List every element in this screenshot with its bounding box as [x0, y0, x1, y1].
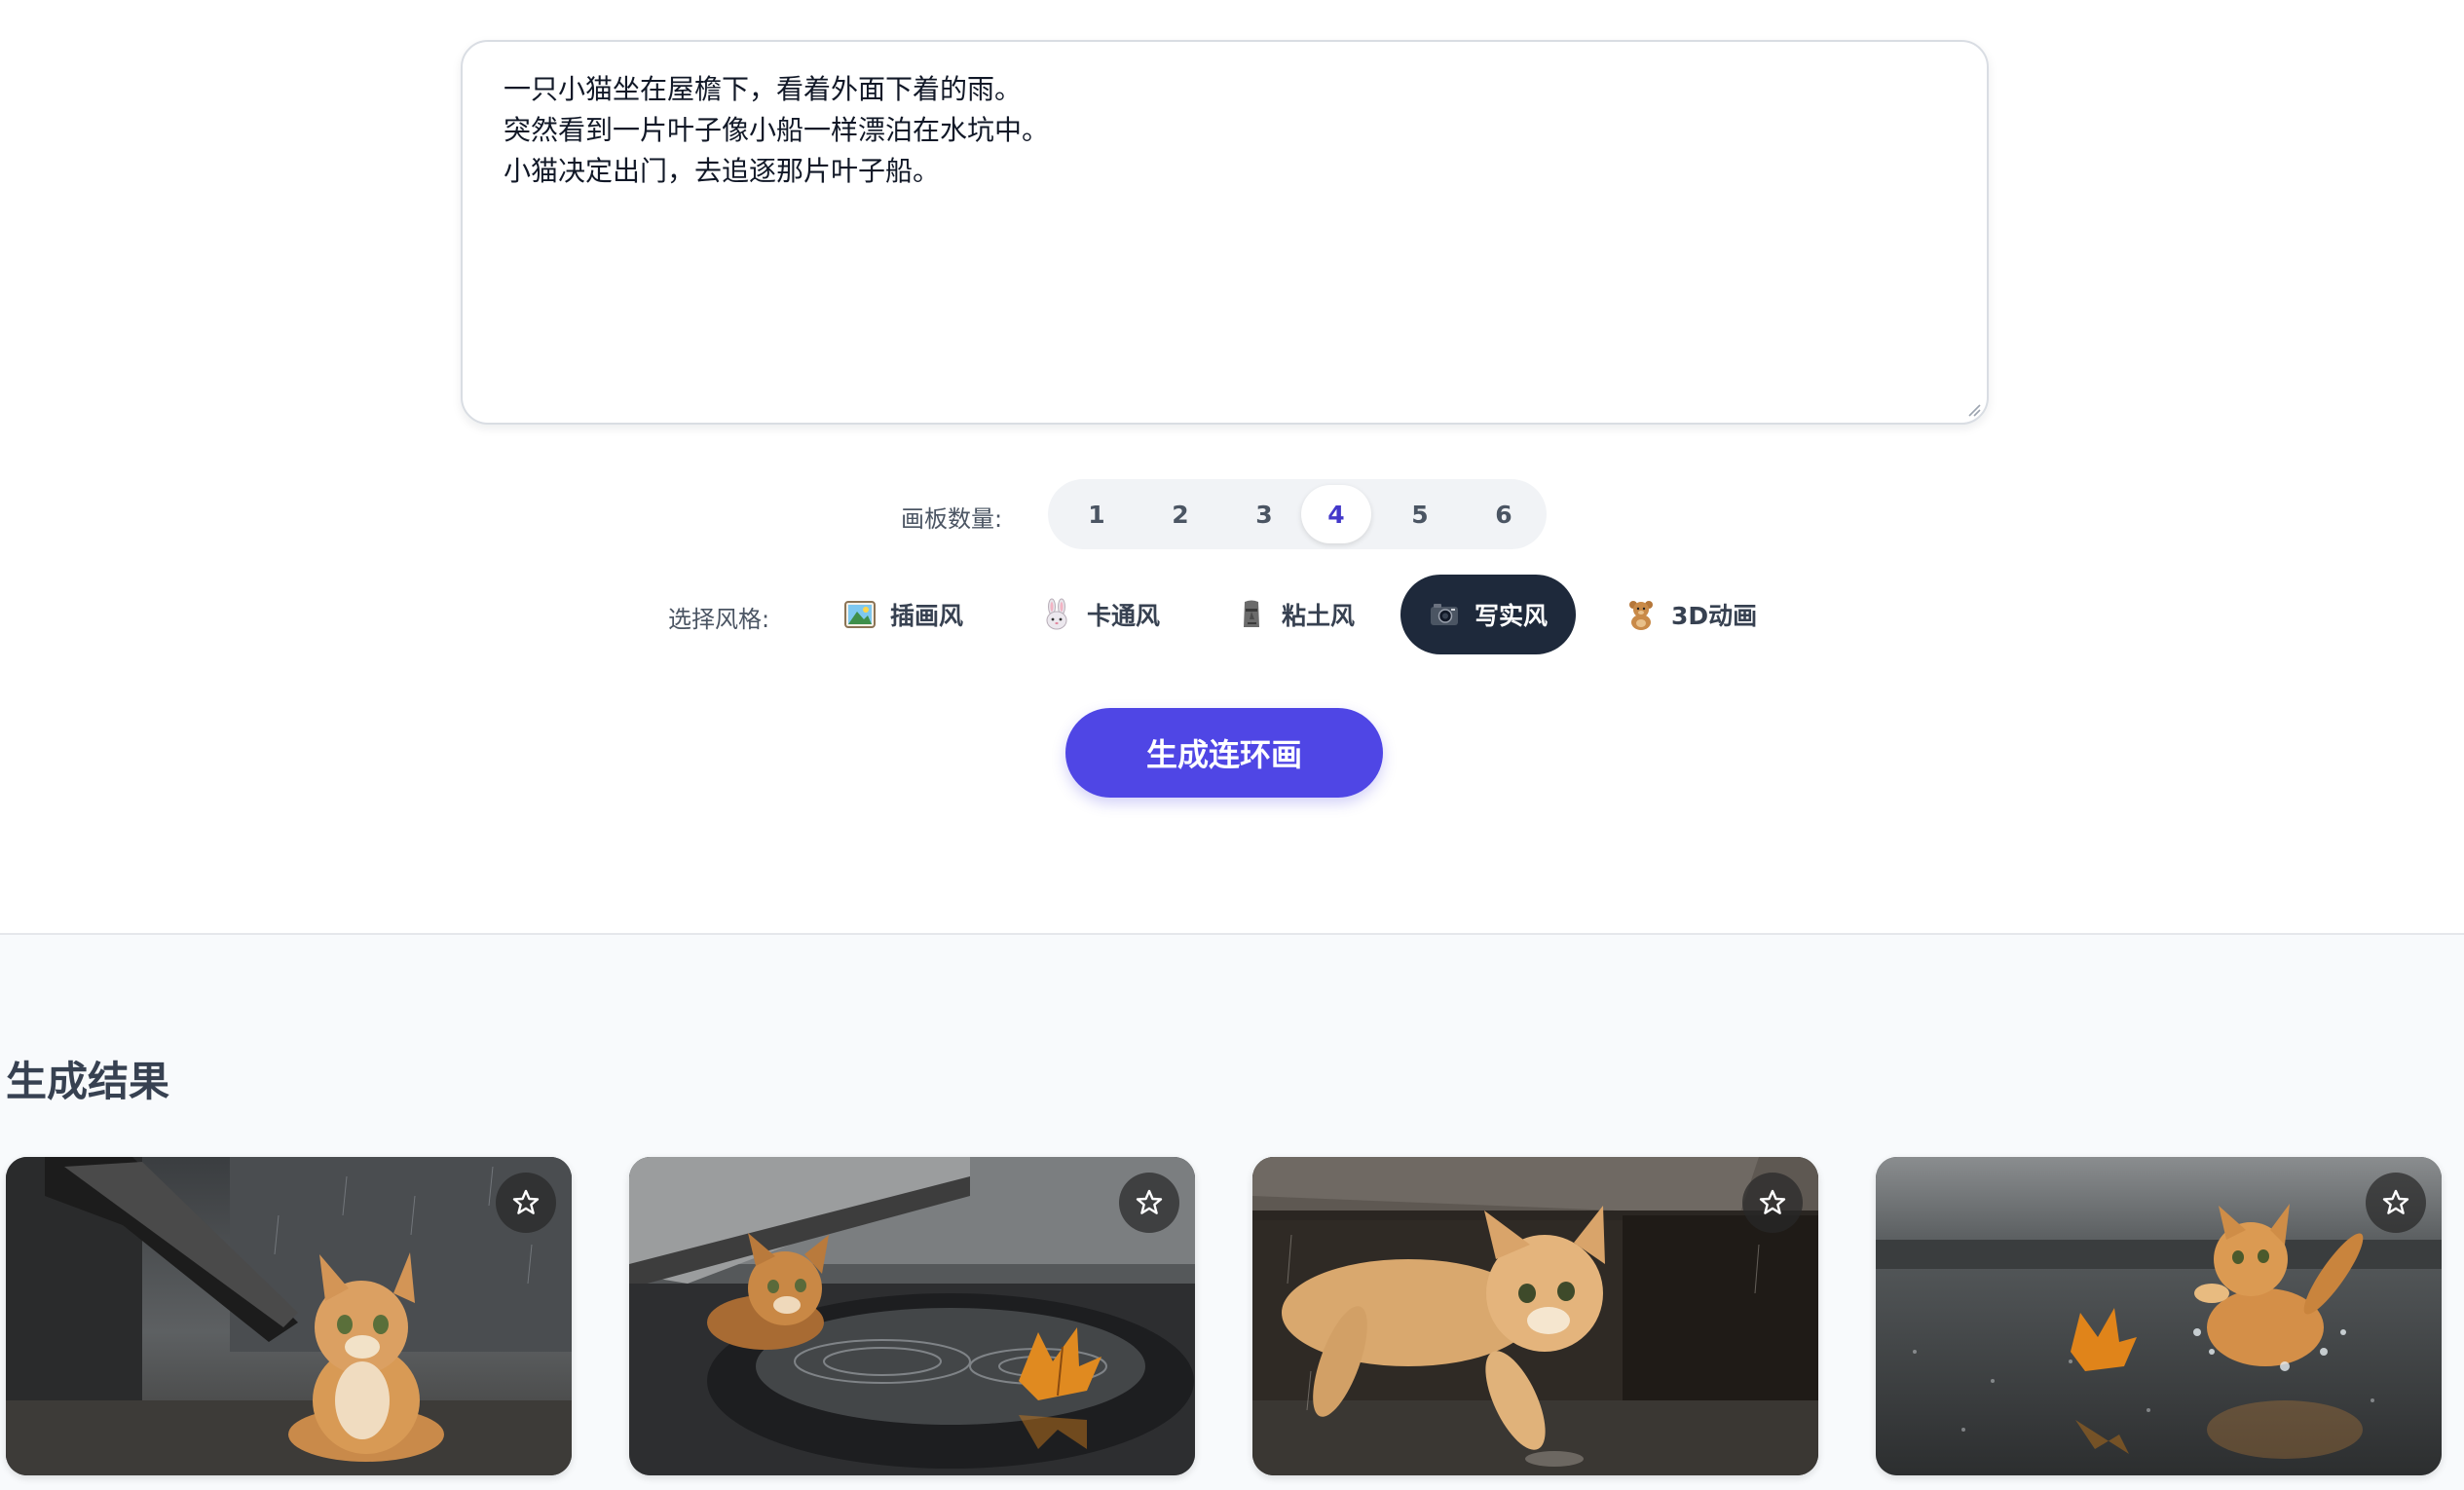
- style-option-illustration[interactable]: 插画风: [816, 575, 990, 654]
- panel-count-option-2[interactable]: 2: [1145, 485, 1215, 543]
- comic-panel-1[interactable]: [6, 1157, 572, 1475]
- panel-count-selector: 1 2 3 4 5 6: [1048, 479, 1547, 549]
- favorite-button[interactable]: [1119, 1173, 1179, 1233]
- panel-count-label: 画板数量:: [901, 505, 1003, 533]
- panel-4-image: [1876, 1157, 2442, 1475]
- favorite-button[interactable]: [496, 1173, 556, 1233]
- camera-icon: [1431, 604, 1458, 625]
- landscape-picture-icon: [844, 601, 876, 628]
- panel-count-option-1[interactable]: 1: [1062, 485, 1132, 543]
- style-option-clay[interactable]: 粘土风: [1208, 575, 1382, 654]
- style-option-realistic[interactable]: 写实风: [1400, 575, 1576, 654]
- results-title: 生成结果: [6, 1058, 170, 1105]
- panel-2-image: [629, 1157, 1195, 1475]
- style-label: 选择风格:: [668, 606, 770, 633]
- star-outline-icon: [1136, 1189, 1163, 1214]
- style-option-cartoon[interactable]: 卡通风: [1013, 575, 1187, 654]
- generate-comic-button[interactable]: 生成连环画: [1065, 708, 1383, 798]
- panel-count-option-3[interactable]: 3: [1229, 485, 1299, 543]
- style-option-label: 粘土风: [1282, 602, 1356, 630]
- teddy-bear-icon: [1629, 601, 1653, 630]
- panel-1-image: [6, 1157, 572, 1475]
- results-section: 生成结果: [0, 933, 2464, 1490]
- style-option-label: 3D动画: [1671, 602, 1758, 630]
- star-outline-icon: [2382, 1189, 2409, 1214]
- rabbit-face-icon: [1046, 598, 1067, 630]
- story-textarea[interactable]: 一只小猫坐在屋檐下，看着外面下着的雨。 突然看到一片叶子像小船一样漂泊在水坑中。…: [504, 69, 1945, 400]
- comic-panel-4[interactable]: [1876, 1157, 2442, 1475]
- star-outline-icon: [512, 1189, 540, 1214]
- favorite-button[interactable]: [1742, 1173, 1803, 1233]
- favorite-button[interactable]: [2366, 1173, 2426, 1233]
- style-option-label: 卡通风: [1087, 602, 1161, 630]
- moai-statue-icon: [1244, 600, 1259, 627]
- panel-3-image: [1252, 1157, 1818, 1475]
- style-option-3d-animation[interactable]: 3D动画: [1597, 575, 1784, 654]
- comic-panel-3[interactable]: [1252, 1157, 1818, 1475]
- panel-count-option-5[interactable]: 5: [1385, 485, 1455, 543]
- panel-count-option-6[interactable]: 6: [1469, 485, 1539, 543]
- comic-panel-2[interactable]: [629, 1157, 1195, 1475]
- resize-grip-icon[interactable]: [1965, 401, 1981, 417]
- panel-count-option-4[interactable]: 4: [1301, 485, 1371, 543]
- style-option-label: 写实风: [1475, 602, 1549, 630]
- style-option-label: 插画风: [890, 602, 964, 630]
- story-textarea-frame: 一只小猫坐在屋檐下，看着外面下着的雨。 突然看到一片叶子像小船一样漂泊在水坑中。…: [461, 40, 1989, 425]
- story-editor-section: 一只小猫坐在屋檐下，看着外面下着的雨。 突然看到一片叶子像小船一样漂泊在水坑中。…: [0, 0, 2464, 933]
- star-outline-icon: [1759, 1189, 1786, 1214]
